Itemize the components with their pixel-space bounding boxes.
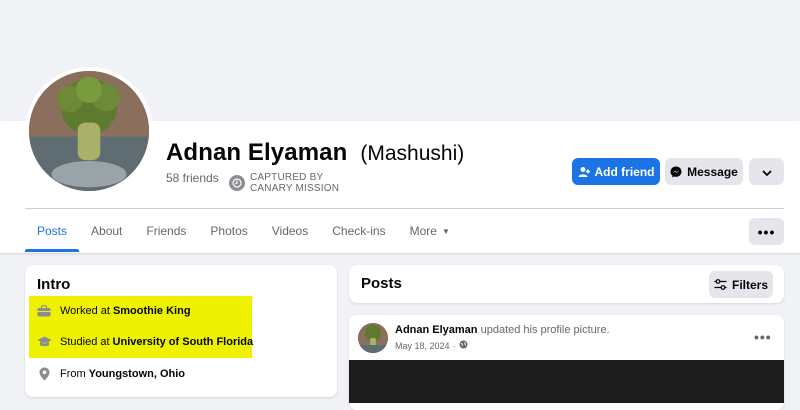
intro-education-prefix: Studied at [60, 336, 110, 348]
post-avatar-image [358, 323, 388, 353]
post-date[interactable]: May 18, 2024 [395, 341, 450, 351]
profile-name: Adnan Elyaman [166, 139, 348, 166]
post-author-avatar[interactable] [358, 323, 388, 353]
intro-work-prefix: Worked at [60, 305, 110, 317]
captured-line-2: CANARY MISSION [250, 183, 340, 194]
more-dots-icon: ••• [757, 223, 776, 240]
post-author-name[interactable]: Adnan Elyaman [395, 324, 478, 336]
message-label: Message [687, 164, 738, 179]
tab-posts-label: Posts [37, 224, 68, 238]
tab-photos[interactable]: Photos [198, 210, 259, 252]
intro-hometown-value[interactable]: Youngstown, Ohio [89, 368, 185, 380]
post-image[interactable] [349, 360, 784, 403]
friends-count[interactable]: 58 friends [166, 171, 219, 185]
intro-title: Intro [37, 276, 71, 293]
tab-videos-label: Videos [271, 224, 309, 238]
profile-options-button[interactable] [749, 158, 784, 185]
intro-work-value[interactable]: Smoothie King [113, 305, 191, 317]
profile-tabs: Posts About Friends Photos Videos Check-… [25, 210, 462, 252]
filters-button[interactable]: Filters [709, 271, 773, 298]
message-button[interactable]: Message [665, 158, 743, 185]
tab-more-label: More [409, 224, 437, 238]
captured-badge: CAPTURED BY CANARY MISSION [229, 172, 339, 194]
post-header-text: Adnan Elyaman updated his profile pictur… [395, 324, 610, 336]
sliders-icon [714, 279, 727, 290]
globe-icon [459, 340, 468, 351]
profile-picture[interactable] [25, 67, 153, 195]
messenger-icon [670, 166, 682, 178]
tab-friends[interactable]: Friends [134, 210, 198, 252]
filters-label: Filters [731, 277, 768, 292]
posts-title: Posts [361, 275, 402, 292]
clock-icon [229, 175, 245, 191]
more-options-button[interactable]: ••• [749, 218, 784, 245]
intro-education-item: Studied at University of South Florida [36, 336, 253, 348]
intro-hometown-prefix: From [60, 368, 86, 380]
header-divider [25, 208, 784, 209]
tab-about[interactable]: About [79, 210, 134, 252]
caret-down-icon: ▼ [441, 226, 450, 236]
intro-work-item: Worked at Smoothie King [36, 305, 191, 317]
add-person-icon [578, 166, 590, 178]
tab-about-label: About [91, 224, 123, 238]
tab-check-ins-label: Check-ins [332, 224, 386, 238]
profile-nickname: (Mashushi) [360, 142, 465, 165]
captured-line-1: CAPTURED BY [250, 172, 324, 183]
tab-check-ins[interactable]: Check-ins [320, 210, 397, 252]
tab-friends-label: Friends [146, 224, 187, 238]
post-meta: May 18, 2024 · [395, 340, 468, 351]
graduation-cap-icon [36, 336, 52, 348]
intro-education-value[interactable]: University of South Florida [113, 336, 254, 348]
location-pin-icon [36, 367, 52, 381]
post-meta-separator: · [452, 340, 456, 351]
post-action-text: updated his profile picture. [480, 324, 610, 336]
profile-picture-image [29, 71, 149, 191]
chevron-down-icon [761, 165, 772, 179]
tab-posts[interactable]: Posts [25, 210, 80, 252]
add-friend-button[interactable]: Add friend [572, 158, 660, 185]
add-friend-label: Add friend [594, 164, 655, 179]
intro-hometown-item: From Youngstown, Ohio [36, 367, 185, 381]
tab-photos-label: Photos [210, 224, 248, 238]
post-options-icon[interactable]: ••• [754, 329, 772, 345]
tab-videos[interactable]: Videos [260, 210, 320, 252]
tab-more[interactable]: More ▼ [398, 210, 462, 252]
briefcase-icon [36, 305, 52, 317]
